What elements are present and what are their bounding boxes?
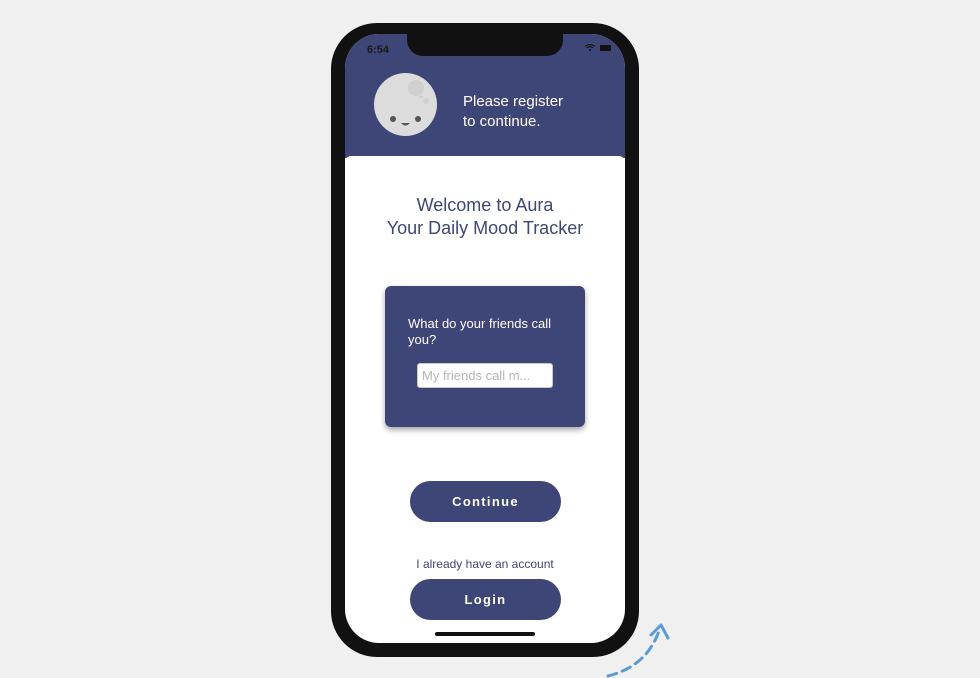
header: 6:54 Please register to continue. — [345, 34, 625, 158]
nickname-input[interactable] — [417, 363, 553, 388]
register-prompt-line1: Please register — [463, 93, 564, 110]
home-indicator — [435, 632, 535, 636]
canvas: 6:54 Please register to continue. Welcom… — [0, 0, 980, 678]
nickname-question: What do your friends call you? — [408, 316, 552, 347]
register-prompt: Please register to continue. — [463, 92, 613, 132]
continue-button[interactable]: Continue — [410, 481, 561, 522]
phone-screen: 6:54 Please register to continue. Welcom… — [345, 34, 625, 643]
phone-notch — [407, 34, 563, 56]
login-button[interactable]: Login — [410, 579, 561, 620]
welcome-title: Welcome to Aura — [416, 195, 554, 215]
status-time: 6:54 — [367, 44, 390, 56]
nickname-card: What do your friends call you? — [385, 286, 585, 427]
content-panel — [345, 156, 625, 166]
status-icons — [585, 44, 611, 52]
battery-icon — [600, 45, 611, 51]
swipe-arrow-icon — [606, 623, 670, 678]
phone-frame: 6:54 Please register to continue. Welcom… — [331, 23, 639, 657]
wifi-icon — [585, 44, 595, 52]
welcome-heading: Welcome to Aura Your Daily Mood Tracker — [345, 194, 625, 240]
moon-face-icon — [374, 73, 437, 136]
existing-account-text: I already have an account — [416, 557, 554, 571]
welcome-subtitle: Your Daily Mood Tracker — [386, 218, 584, 238]
register-prompt-line2: to continue. — [463, 113, 541, 130]
